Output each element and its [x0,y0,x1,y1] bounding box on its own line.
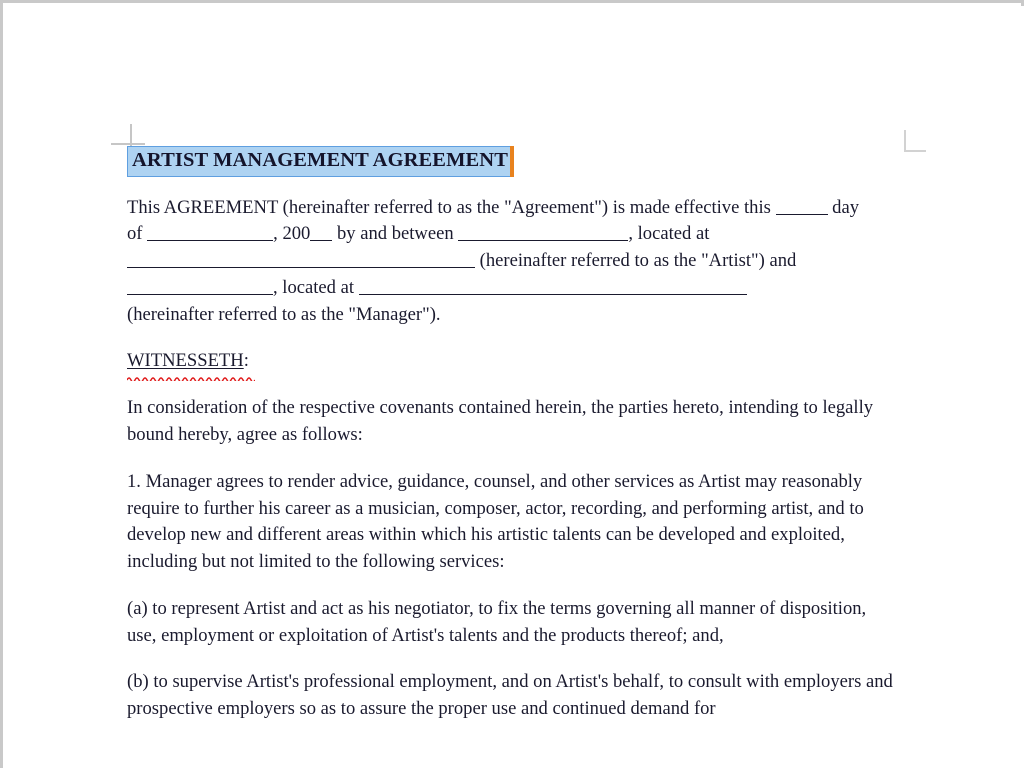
preamble-seg-8: (hereinafter referred to as the "Manager… [127,303,441,325]
spellcheck-squiggle-icon [127,376,255,382]
blank-field-date-day[interactable] [775,213,828,215]
margin-guide-top-right-icon [904,130,926,152]
document-title-line: ARTIST MANAGEMENT AGREEMENT [127,146,887,177]
paragraph-preamble: This AGREEMENT (hereinafter referred to … [127,195,879,329]
blank-field-month[interactable] [147,240,274,242]
page-title-text: ARTIST MANAGEMENT AGREEMENT [132,149,508,171]
blank-field-artist-address[interactable] [127,267,475,269]
page-title[interactable]: ARTIST MANAGEMENT AGREEMENT [127,146,514,177]
blank-field-manager-name[interactable] [127,293,273,295]
preamble-seg-5: , located at [628,223,710,245]
paragraph-clause-a: (a) to represent Artist and act as his n… [127,597,867,646]
preamble-seg-6: (hereinafter referred to as the "Artist"… [475,250,797,272]
witnesseth-colon: : [243,350,249,372]
paragraph-consideration: In consideration of the respective coven… [127,397,874,445]
text-caret [509,146,514,177]
witnesseth-word: WITNESSETH [127,350,244,372]
document-viewport: ARTIST MANAGEMENT AGREEMENT This AGREEME… [0,0,1024,771]
witnesseth-heading: WITNESSETH: [127,348,255,382]
witnesseth-heading-line: WITNESSETH: [127,348,887,382]
paragraph-clause-b: (b) to supervise Artist's professional e… [127,671,893,720]
blank-field-manager-address[interactable] [358,293,747,295]
paragraph-clause-1: 1. Manager agrees to render advice, guid… [127,470,864,573]
preamble-seg-7: , located at [273,276,359,298]
blank-field-artist-name[interactable] [458,240,629,242]
preamble-seg-4: by and between [332,223,459,245]
document-page[interactable]: ARTIST MANAGEMENT AGREEMENT This AGREEME… [6,6,1024,771]
document-text-body[interactable]: ARTIST MANAGEMENT AGREEMENT This AGREEME… [127,146,893,743]
blank-field-year[interactable] [310,240,333,242]
preamble-seg-1: This AGREEMENT (hereinafter referred to … [127,196,776,218]
preamble-seg-3: , 200 [273,223,311,245]
